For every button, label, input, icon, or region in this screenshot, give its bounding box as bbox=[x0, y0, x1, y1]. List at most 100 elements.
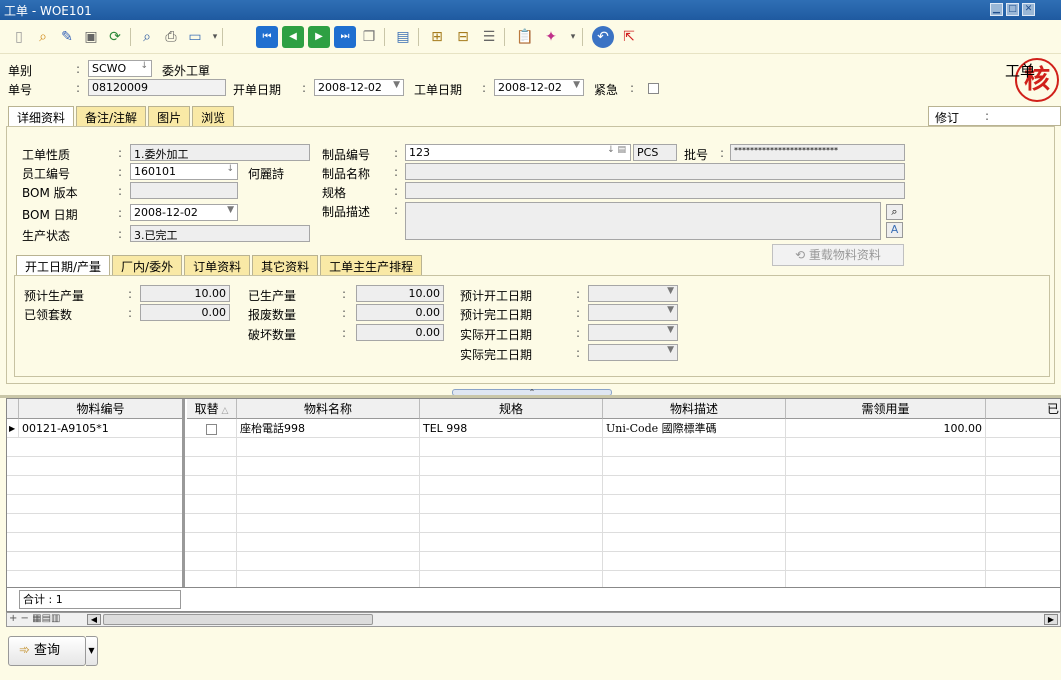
chevron-down-icon[interactable]: ▼ bbox=[667, 305, 674, 315]
maximize-button[interactable]: □ bbox=[1006, 3, 1019, 16]
horizontal-scrollbar-thumb[interactable] bbox=[103, 614, 373, 625]
query-dropdown-icon[interactable]: ▼ bbox=[86, 636, 98, 666]
cell-material-code[interactable]: 00121-A9105*1 bbox=[19, 419, 185, 438]
table-row[interactable] bbox=[7, 514, 1060, 533]
table-row[interactable] bbox=[7, 552, 1060, 571]
reload-materials-button[interactable]: ⟲ 重载物料资料 bbox=[772, 244, 904, 266]
emp-field[interactable]: 160101 ↓ bbox=[130, 163, 238, 180]
nature-field[interactable]: 1.委外加工 bbox=[130, 144, 310, 161]
col-issued[interactable]: 已 bbox=[986, 399, 1060, 419]
table-row[interactable] bbox=[7, 438, 1060, 457]
edit-icon[interactable]: ✎ bbox=[56, 26, 78, 48]
chevron-down-icon[interactable]: ▼ bbox=[227, 205, 234, 215]
cell-description[interactable]: Uni-Code 國際標準碼 bbox=[603, 419, 786, 438]
issued-sets-field[interactable]: 0.00 bbox=[140, 304, 230, 321]
document-icon[interactable]: ▤ bbox=[392, 26, 414, 48]
type-code-field[interactable]: SCWO ↓ bbox=[88, 60, 152, 77]
no-field[interactable]: 08120009 bbox=[88, 79, 226, 96]
substitute-checkbox[interactable] bbox=[206, 423, 217, 435]
print-icon[interactable]: ⎙ bbox=[160, 26, 182, 48]
last-record-icon[interactable]: ⏭ bbox=[334, 26, 356, 48]
urgent-checkbox[interactable] bbox=[648, 83, 659, 94]
planned-qty-field[interactable]: 10.00 bbox=[140, 285, 230, 302]
actual-start-field[interactable]: ▼ bbox=[588, 324, 678, 341]
col-description[interactable]: 物料描述 bbox=[603, 399, 786, 419]
bom-date-field[interactable]: 2008-12-02 ▼ bbox=[130, 204, 238, 221]
tab-inhouse-outsource[interactable]: 厂内/委外 bbox=[112, 255, 183, 275]
next-record-icon[interactable]: ▶ bbox=[308, 26, 330, 48]
cell-material-name[interactable]: 座枱電話998 bbox=[237, 419, 420, 438]
table-row[interactable]: ▶ 00121-A9105*1 座枱電話998 TEL 998 Uni-Code… bbox=[7, 419, 1060, 438]
first-record-icon[interactable]: ⏮ bbox=[256, 26, 278, 48]
navigator-icons[interactable]: + − ▦▤▥ bbox=[9, 613, 60, 624]
export-icon[interactable]: ▭ bbox=[184, 26, 206, 48]
tab-browse[interactable]: 浏览 bbox=[192, 106, 235, 126]
prev-record-icon[interactable]: ◀ bbox=[282, 26, 304, 48]
search-doc-icon[interactable]: ⌕ bbox=[32, 26, 54, 48]
tab-start-output[interactable]: 开工日期/产量 bbox=[16, 255, 111, 275]
scrap-field[interactable]: 0.00 bbox=[356, 304, 444, 321]
scroll-right-icon[interactable]: ▶ bbox=[1044, 614, 1058, 625]
actual-end-field[interactable]: ▼ bbox=[588, 344, 678, 361]
open-date-field[interactable]: 2008-12-02 ▼ bbox=[314, 79, 404, 96]
scroll-left-icon[interactable]: ◀ bbox=[87, 614, 101, 625]
new-icon[interactable]: ▯ bbox=[8, 26, 30, 48]
table-row[interactable] bbox=[7, 476, 1060, 495]
wand-dropdown-icon[interactable]: ▾ bbox=[562, 26, 584, 48]
font-a-icon[interactable]: A bbox=[886, 222, 903, 238]
table-row[interactable] bbox=[7, 495, 1060, 514]
damage-field[interactable]: 0.00 bbox=[356, 324, 444, 341]
wo-date-field[interactable]: 2008-12-02 ▼ bbox=[494, 79, 584, 96]
type-lookup-icon[interactable]: ↓ bbox=[140, 61, 148, 71]
tab-other-info[interactable]: 其它资料 bbox=[252, 255, 319, 275]
exit-icon[interactable]: ⇱ bbox=[618, 26, 640, 48]
wand-icon[interactable]: ✦ bbox=[540, 26, 562, 48]
copy-record-icon[interactable]: ❐ bbox=[358, 26, 380, 48]
tab-notes[interactable]: 备注/注解 bbox=[76, 106, 147, 126]
plan-start-field[interactable]: ▼ bbox=[588, 285, 678, 302]
clipboard-icon[interactable]: 📋 bbox=[514, 26, 536, 48]
cell-spec[interactable]: TEL 998 bbox=[420, 419, 603, 438]
batch-field[interactable]: ************************** bbox=[730, 144, 905, 161]
tree-delete-icon[interactable]: ⊟ bbox=[452, 26, 474, 48]
list-icon[interactable]: ☰ bbox=[478, 26, 500, 48]
prod-name-field[interactable] bbox=[405, 163, 905, 180]
col-substitute[interactable]: 取替 △ bbox=[187, 399, 237, 419]
spec-field[interactable] bbox=[405, 182, 905, 199]
table-row[interactable] bbox=[7, 533, 1060, 552]
col-required-qty[interactable]: 需领用量 bbox=[786, 399, 986, 419]
undo-icon[interactable]: ↶ bbox=[592, 26, 614, 48]
minimize-button[interactable]: ▁ bbox=[990, 3, 1003, 16]
cell-substitute[interactable] bbox=[187, 419, 237, 438]
tab-images[interactable]: 图片 bbox=[148, 106, 191, 126]
prod-no-field[interactable]: 123 ↓ ▤ bbox=[405, 144, 631, 161]
chevron-down-icon[interactable]: ▼ bbox=[393, 80, 400, 90]
emp-lookup-icon[interactable]: ↓ bbox=[226, 164, 234, 174]
query-button[interactable]: ➾ 查询 bbox=[8, 636, 86, 666]
preview-icon[interactable]: ⌕ bbox=[136, 26, 158, 48]
tab-detail[interactable]: 详细资料 bbox=[8, 106, 75, 126]
close-button[interactable]: ✕ bbox=[1022, 3, 1035, 16]
save-icon[interactable]: ▣ bbox=[80, 26, 102, 48]
prod-lookup-icon[interactable]: ↓ ▤ bbox=[607, 145, 626, 155]
tree-icon[interactable]: ⊞ bbox=[426, 26, 448, 48]
plan-end-field[interactable]: ▼ bbox=[588, 304, 678, 321]
table-row[interactable] bbox=[7, 457, 1060, 476]
cell-required-qty[interactable]: 100.00 bbox=[786, 419, 986, 438]
chevron-down-icon[interactable]: ▼ bbox=[667, 286, 674, 296]
status-field[interactable]: 3.已完工 bbox=[130, 225, 310, 242]
col-material-name[interactable]: 物料名称 bbox=[237, 399, 420, 419]
col-spec[interactable]: 规格 bbox=[420, 399, 603, 419]
refresh-icon[interactable]: ⟳ bbox=[104, 26, 126, 48]
tab-order-info[interactable]: 订单资料 bbox=[184, 255, 251, 275]
chevron-down-icon[interactable]: ▼ bbox=[573, 80, 580, 90]
desc-field[interactable] bbox=[405, 202, 881, 240]
zoom-icon[interactable]: ⌕ bbox=[886, 204, 903, 220]
tab-master-schedule[interactable]: 工单主生产排程 bbox=[320, 255, 423, 275]
bom-ver-field[interactable] bbox=[130, 182, 238, 199]
chevron-down-icon[interactable]: ▼ bbox=[667, 345, 674, 355]
col-material-code[interactable]: 物料编号 bbox=[19, 399, 185, 419]
produced-field[interactable]: 10.00 bbox=[356, 285, 444, 302]
chevron-down-icon[interactable]: ▼ bbox=[667, 325, 674, 335]
table-row[interactable] bbox=[7, 571, 1060, 587]
